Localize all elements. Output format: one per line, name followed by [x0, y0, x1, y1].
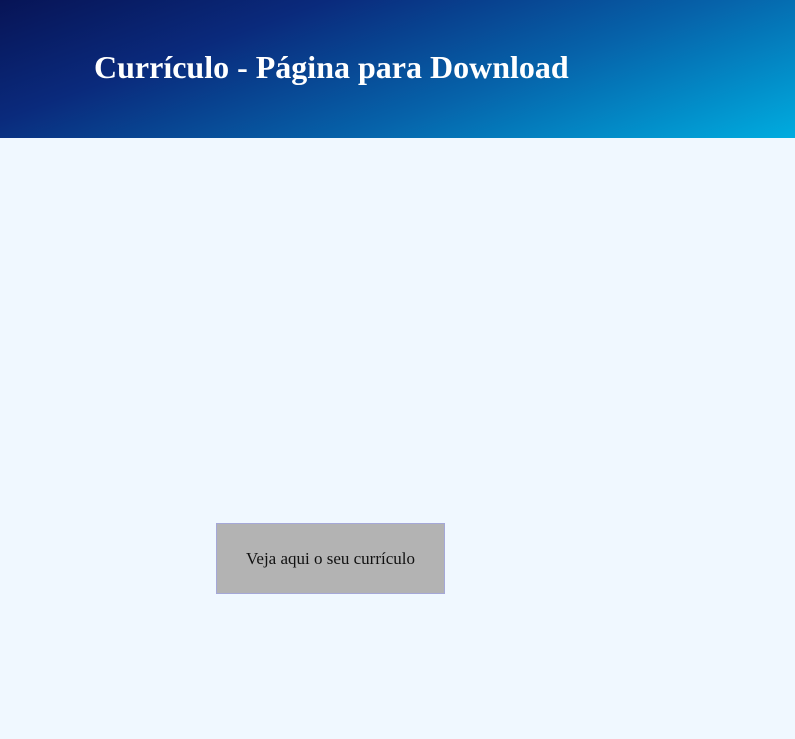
page-header: Currículo - Página para Download — [0, 0, 795, 138]
page-title: Currículo - Página para Download — [94, 49, 569, 85]
view-resume-button[interactable]: Veja aqui o seu currículo — [216, 523, 445, 594]
